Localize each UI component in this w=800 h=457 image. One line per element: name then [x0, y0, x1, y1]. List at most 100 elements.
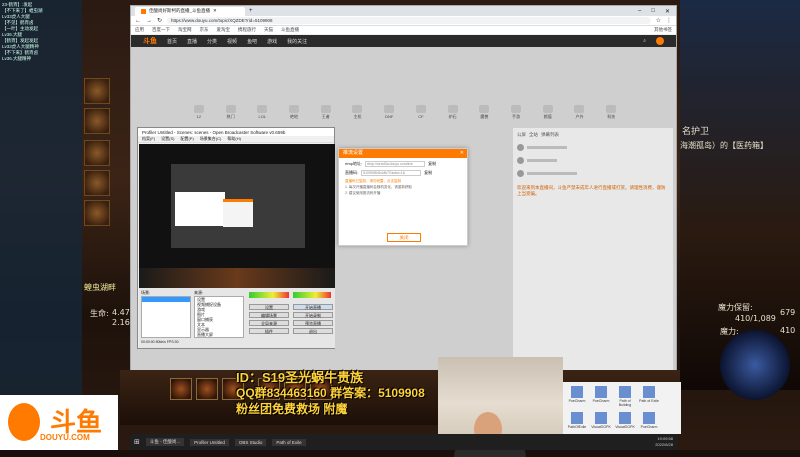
nav-item[interactable]: 直播	[187, 38, 197, 45]
exit-button[interactable]: 退出	[293, 328, 333, 334]
global-sources-button[interactable]: 全局来源	[249, 320, 289, 326]
category-item[interactable]: 绝地	[285, 104, 303, 120]
browser-tab[interactable]: 佳酸尚好斯柯的直播_斗鱼直播 ✕	[135, 6, 245, 16]
avatar	[517, 170, 524, 177]
copy-button[interactable]: 复制	[424, 170, 432, 176]
desktop-icon[interactable]: PoeCharm	[567, 386, 587, 408]
scene-item-selected[interactable]	[142, 297, 190, 302]
taskbar-item[interactable]: Profiler Untitled	[190, 438, 229, 446]
portrait-slot	[84, 108, 110, 134]
category-item[interactable]: DNF	[380, 105, 398, 119]
obs-menu-item[interactable]: 配置(P)	[180, 136, 193, 142]
category-item[interactable]: 户外	[571, 104, 589, 120]
desktop-icon[interactable]: PathOfExile	[567, 412, 587, 430]
nav-item[interactable]: 游戏	[267, 38, 277, 45]
source-item[interactable]: 直播大屏	[197, 332, 243, 337]
desktop-icon[interactable]: Path of Building	[615, 386, 635, 408]
chat-message	[517, 157, 669, 164]
scenes-list[interactable]	[141, 296, 191, 338]
desktop-icon[interactable]: Path of Exile	[639, 386, 659, 408]
bookmark-item[interactable]: 应用	[135, 27, 144, 33]
rtmp-field[interactable]: rtmp://send3a.douyu.com/live	[365, 161, 426, 167]
copy-button[interactable]: 复制	[428, 161, 436, 167]
close-window-icon[interactable]: ✕	[665, 8, 670, 15]
nav-item[interactable]: 首页	[167, 38, 177, 45]
desktop-icon[interactable]: VisualGGPK	[615, 412, 635, 430]
desktop-icon[interactable]: PoeCharm	[591, 386, 611, 408]
edit-scene-button[interactable]: 编辑场景	[249, 312, 289, 318]
category-item[interactable]: 颜值	[539, 104, 557, 120]
side-text-1: 名护卫	[682, 127, 710, 137]
menu-icon[interactable]: ⋮	[666, 17, 672, 24]
sources-list[interactable]: 设置 视频捕捉设备 游戏 图片 窗口捕获 文本 显示器 直播大屏	[194, 296, 244, 338]
plugins-button[interactable]: 插件	[249, 328, 289, 334]
new-tab-icon[interactable]: +	[249, 8, 253, 14]
nav-item[interactable]: 分类	[207, 38, 217, 45]
life-value: 4.47	[112, 308, 130, 317]
nav-item[interactable]: 鱼吧	[247, 38, 257, 45]
category-item[interactable]: 手游	[507, 104, 525, 120]
douyu-logo-sub: DOUYU.COM	[40, 433, 90, 442]
category-item[interactable]: 主机	[349, 104, 367, 120]
desktop-icons: PoeCharm PoeCharm Path of Building Path …	[563, 382, 681, 434]
system-tray[interactable]: 19:09:58 2022/6/28	[655, 436, 673, 448]
desktop-icon[interactable]: VisualGGPK	[591, 412, 611, 430]
chat-tab[interactable]: 全站	[529, 132, 538, 138]
bookmark-item[interactable]: 携程旅行	[238, 27, 256, 33]
reload-icon[interactable]: ↻	[157, 17, 162, 24]
start-stream-button[interactable]: 开始直播	[293, 304, 333, 310]
star-icon[interactable]: ☆	[656, 17, 661, 24]
bookmark-item[interactable]: 其他书签	[654, 27, 672, 33]
bookmark-item[interactable]: 斗鱼直播	[281, 27, 299, 33]
chat-tab[interactable]: 公屏	[517, 132, 526, 138]
settings-button[interactable]: 设置	[249, 304, 289, 310]
url-input[interactable]: https://www.douyu.com/topic/XQZDE?rid=51…	[167, 17, 651, 24]
fish-mascot-icon	[8, 403, 40, 441]
avatar[interactable]	[656, 37, 664, 45]
category-item[interactable]: 热门	[222, 104, 240, 120]
mic-volume-meter[interactable]	[293, 292, 331, 298]
maximize-icon[interactable]: □	[651, 8, 655, 15]
category-item[interactable]: CF	[412, 105, 430, 119]
category-item[interactable]: 12	[190, 105, 208, 119]
category-item[interactable]: 王者	[317, 104, 335, 120]
obs-menu-item[interactable]: 设置(S)	[161, 136, 174, 142]
forward-icon[interactable]: →	[146, 18, 152, 24]
close-button[interactable]: 关闭	[387, 233, 421, 242]
chat-tab[interactable]: 弹幕列表	[541, 132, 559, 138]
bookmark-item[interactable]: 百度一下	[152, 27, 170, 33]
preview-stream-button[interactable]: 预览直播	[293, 320, 333, 326]
category-item[interactable]: 科技	[602, 104, 620, 120]
douyu-logo[interactable]: 斗鱼	[143, 36, 157, 46]
desktop-volume-meter[interactable]	[249, 292, 289, 298]
bookmark-item[interactable]: 京东	[200, 27, 209, 33]
douyu-chat-panel: 公屏 全站 弹幕列表 欢迎来到本直播间，斗鱼严禁未成年人进行直播或打赏。请理性消…	[513, 128, 673, 376]
bookmark-item[interactable]: 天猫	[264, 27, 273, 33]
taskbar-item[interactable]: Path of Exile	[272, 438, 306, 446]
close-icon[interactable]: ✕	[460, 150, 464, 156]
windows-start-icon[interactable]: ⊞	[134, 438, 140, 446]
taskbar-item[interactable]: 斗鱼 - 佳酸尚...	[145, 438, 185, 446]
nav-item[interactable]: 我的关注	[287, 38, 307, 45]
taskbar-item[interactable]: OBS Studio	[234, 438, 267, 446]
back-icon[interactable]: ←	[135, 18, 141, 24]
close-icon[interactable]: ✕	[213, 8, 217, 14]
bookmark-item[interactable]: 淘宝网	[178, 27, 192, 33]
nav-item[interactable]: 视频	[227, 38, 237, 45]
obs-title: Profiler Untitled - Scenes: scenes - Ope…	[138, 128, 334, 136]
obs-menu: 档案(F) 设置(S) 配置(P) 场景集合(C) 帮助(H)	[138, 136, 334, 143]
obs-menu-item[interactable]: 档案(F)	[142, 136, 155, 142]
category-item[interactable]: 魔兽	[475, 104, 493, 120]
minimize-icon[interactable]: –	[638, 8, 641, 15]
area-name: 蝗虫湖畔	[84, 283, 116, 292]
obs-menu-item[interactable]: 场景集合(C)	[200, 136, 222, 142]
bookmark-item[interactable]: 爱淘宝	[217, 27, 231, 33]
mana-orb	[720, 330, 790, 400]
obs-menu-item[interactable]: 帮助(H)	[227, 136, 241, 142]
start-record-button[interactable]: 开始录制	[293, 312, 333, 318]
key-field[interactable]: 5109908rSuMb7Gsdwi=1&	[361, 170, 422, 176]
search-icon[interactable]: ⌕	[643, 38, 646, 44]
desktop-icon[interactable]: PoeCharm	[639, 412, 659, 430]
category-item[interactable]: LOL	[253, 105, 271, 119]
category-item[interactable]: 炉石	[444, 104, 462, 120]
